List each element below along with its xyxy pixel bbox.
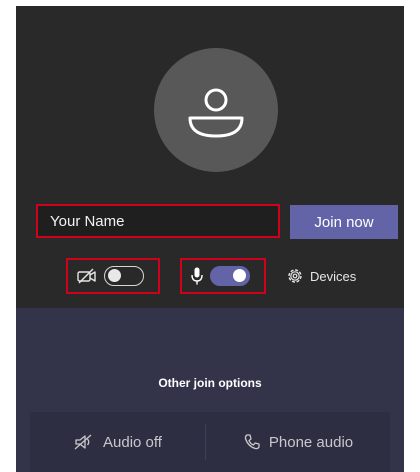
phone-audio-label: Phone audio	[268, 433, 354, 451]
join-now-button[interactable]: Join now	[290, 205, 398, 239]
microphone-toggle-knob	[233, 269, 246, 282]
name-input[interactable]	[36, 204, 280, 238]
microphone-toggle-group	[180, 258, 266, 294]
video-preview-area: Join now	[16, 6, 404, 308]
pre-join-panel: Join now	[16, 6, 404, 472]
audio-off-button[interactable]: Audio off	[30, 412, 205, 472]
person-icon	[188, 88, 244, 138]
phone-audio-button[interactable]: Phone audio	[206, 412, 390, 472]
other-join-options-bar: Audio off Phone audio	[30, 412, 390, 472]
speaker-off-icon	[73, 433, 95, 451]
devices-button[interactable]: Devices	[286, 265, 356, 287]
other-join-options-title: Other join options	[158, 376, 262, 390]
audio-off-label: Audio off	[103, 433, 162, 451]
microphone-toggle[interactable]	[210, 266, 250, 286]
other-join-options-section: Other join options Audio off Phone audio	[16, 308, 404, 472]
camera-toggle-group	[66, 258, 160, 294]
avatar	[154, 48, 278, 172]
camera-off-icon[interactable]	[76, 267, 98, 285]
camera-toggle[interactable]	[104, 266, 144, 286]
camera-toggle-knob	[108, 269, 121, 282]
phone-icon	[243, 433, 261, 451]
microphone-icon[interactable]	[190, 266, 204, 286]
devices-label: Devices	[310, 268, 357, 284]
gear-icon	[286, 267, 304, 285]
